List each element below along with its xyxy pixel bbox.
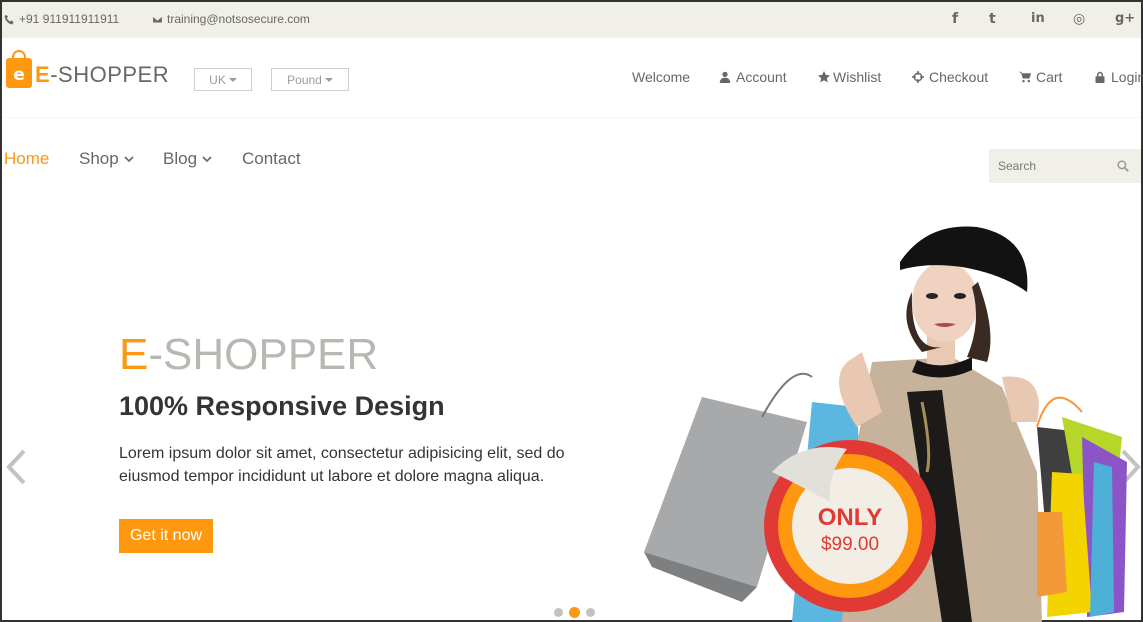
site-logo[interactable]: e E-SHOPPER [6, 50, 170, 88]
shopping-bag-logo-icon: e [6, 50, 32, 88]
slider-dot-2[interactable] [569, 607, 580, 618]
nav-home-label: Home [4, 149, 50, 168]
twitter-icon[interactable]: t [989, 11, 996, 27]
nav-shop-label: Shop [79, 149, 119, 168]
caret-down-icon [324, 77, 333, 82]
phone-contact[interactable]: +91 911911911911 [4, 12, 119, 26]
lock-icon [1095, 71, 1105, 83]
account-label: Account [736, 69, 787, 85]
cart-link[interactable]: Cart [1019, 69, 1062, 85]
envelope-icon [152, 15, 163, 23]
currency-value: Pound [287, 72, 322, 87]
search-placeholder: Search [998, 159, 1037, 173]
phone-number: +91 911911911911 [19, 12, 120, 26]
country-dropdown[interactable]: UK [194, 68, 252, 91]
cart-label: Cart [1036, 69, 1063, 85]
slide-title: E-SHOPPER [119, 329, 378, 381]
nav-contact[interactable]: Contact [242, 149, 301, 169]
phone-icon [4, 14, 14, 24]
crosshairs-icon [912, 71, 924, 83]
user-icon [719, 71, 731, 83]
email-address: training@notsosecure.com [167, 12, 310, 26]
badge-price-text: $99.00 [821, 534, 879, 555]
nav-contact-label: Contact [242, 149, 301, 168]
checkout-link[interactable]: Checkout [912, 69, 988, 85]
badge-only-text: ONLY [818, 504, 882, 531]
currency-dropdown[interactable]: Pound [271, 68, 349, 91]
price-badge: ONLY $99.00 [764, 440, 936, 612]
chevron-down-icon [124, 156, 134, 163]
wishlist-label: Wishlist [833, 69, 882, 85]
slide-title-rest: -SHOPPER [148, 330, 379, 379]
nav-blog-label: Blog [163, 149, 198, 168]
slide-title-prefix: E [119, 330, 149, 379]
slider-indicators [554, 607, 595, 618]
slider-prev-arrow-icon[interactable] [4, 448, 28, 486]
hero-model-image: ONLY $99.00 [644, 226, 1127, 622]
search-icon[interactable] [1117, 160, 1129, 172]
header-middle: e E-SHOPPER UK Pound Welcome Account Wis… [2, 38, 1143, 118]
slide-subtitle: 100% Responsive Design [119, 391, 445, 421]
linkedin-icon[interactable]: in [1031, 11, 1045, 26]
welcome-link[interactable]: Welcome [632, 69, 690, 85]
logo-text: E-SHOPPER [35, 62, 170, 87]
dribbble-icon[interactable]: ◎ [1073, 11, 1085, 27]
google-plus-icon[interactable]: g+ [1115, 11, 1135, 26]
nav-blog[interactable]: Blog [163, 149, 212, 169]
nav-shop[interactable]: Shop [79, 149, 134, 169]
email-contact[interactable]: training@notsosecure.com [152, 12, 310, 26]
slider-dot-3[interactable] [586, 608, 595, 617]
top-bar: +91 911911911911 training@notsosecure.co… [2, 2, 1141, 38]
welcome-label: Welcome [632, 69, 691, 85]
get-it-now-button[interactable]: Get it now [119, 519, 213, 553]
country-value: UK [209, 72, 226, 87]
wishlist-link[interactable]: Wishlist [818, 69, 881, 85]
slide-description: Lorem ipsum dolor sit amet, consectetur … [119, 445, 565, 485]
chevron-down-icon [202, 156, 212, 163]
login-label: Login [1111, 69, 1143, 85]
account-link[interactable]: Account [719, 69, 787, 85]
checkout-label: Checkout [929, 69, 989, 85]
caret-down-icon [228, 77, 237, 82]
shopping-cart-icon [1019, 71, 1031, 83]
facebook-icon[interactable]: f [952, 11, 958, 27]
colorful-shopping-bags [1036, 396, 1127, 617]
slider-dot-1[interactable] [554, 608, 563, 617]
search-input[interactable]: Search [989, 149, 1141, 183]
star-icon [818, 71, 830, 83]
login-link[interactable]: Login [1094, 69, 1143, 85]
nav-home[interactable]: Home [4, 149, 49, 169]
